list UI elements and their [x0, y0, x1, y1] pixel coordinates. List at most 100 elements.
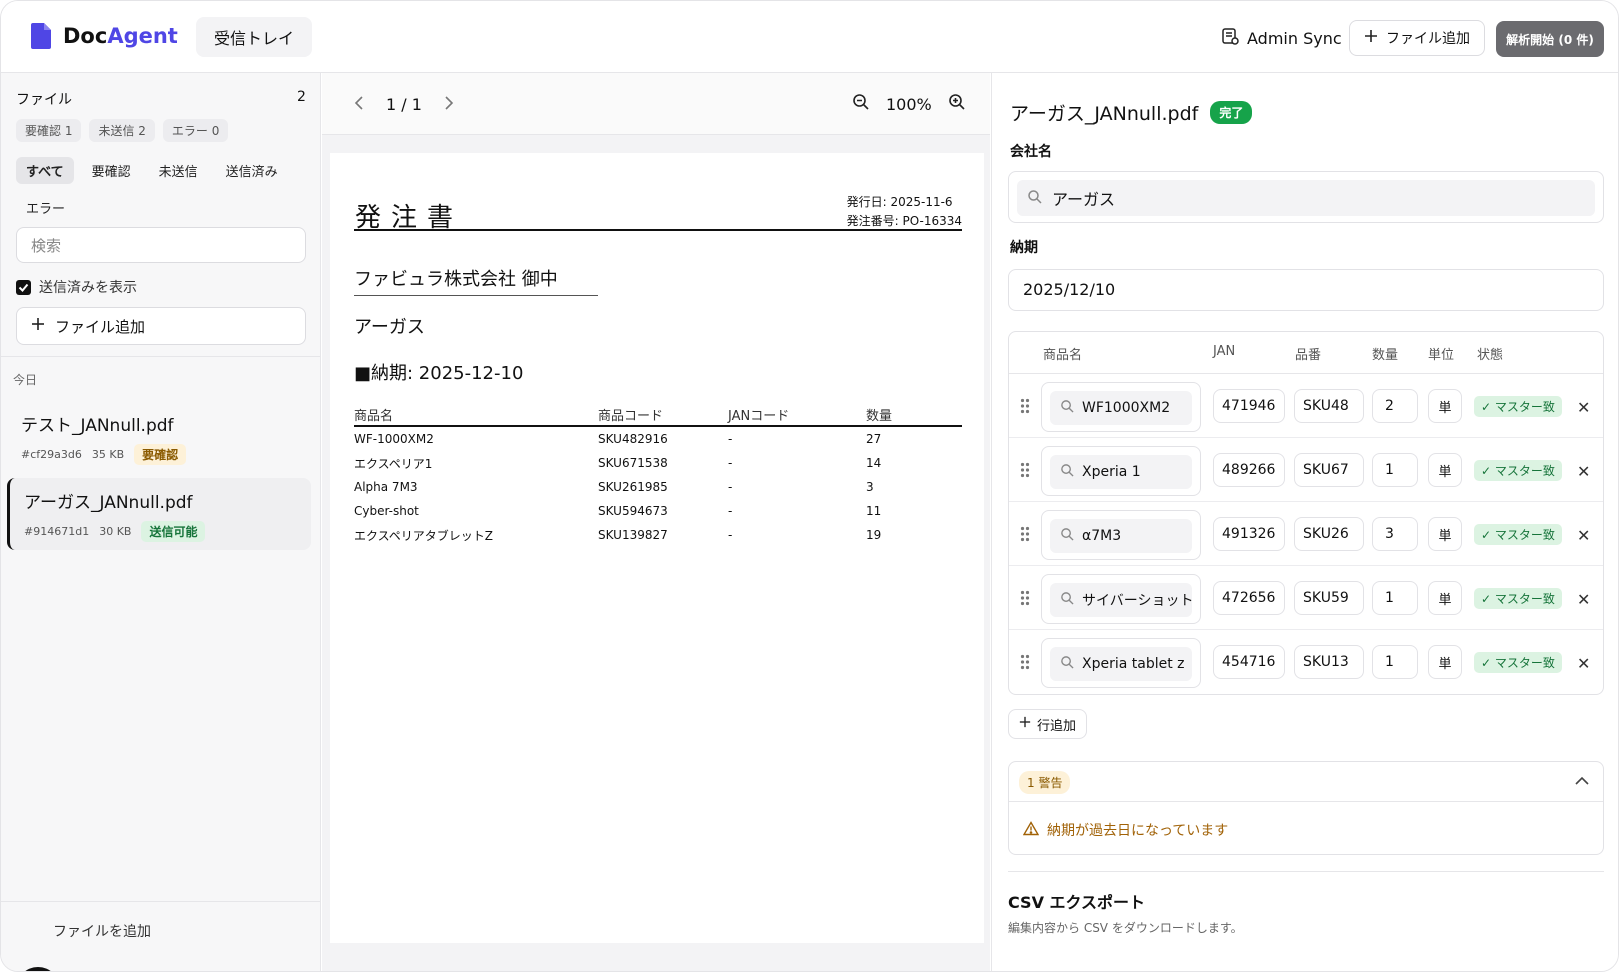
add-row-button[interactable]: 行追加 [1008, 709, 1088, 739]
quantity-input[interactable]: 1 [1372, 645, 1418, 679]
start-analysis-button[interactable]: 解析開始 (0 件) [1496, 21, 1604, 57]
drag-handle-icon[interactable] [1020, 526, 1030, 542]
admin-sync-button[interactable]: Admin Sync [1221, 27, 1342, 49]
product-search-input[interactable]: サイバーショット [1050, 583, 1192, 617]
delete-row-icon[interactable]: ✕ [1577, 526, 1590, 545]
product-search-input[interactable]: Xperia 1 [1050, 455, 1192, 489]
doc-cell: WF-1000XM2 [354, 432, 434, 446]
header-add-file-label: ファイル追加 [1386, 31, 1470, 47]
doc-cell: - [728, 456, 733, 470]
filter-tabs: すべて 要確認 未送信 送信済み エラー [16, 157, 306, 221]
table-row: Cyber-shot SKU594673 - 11 [354, 499, 962, 523]
file-search-input[interactable]: 検索 [16, 227, 306, 263]
due-date-field[interactable]: 2025/12/10 [1008, 269, 1604, 311]
document-table-header: 商品名 商品コード JANコード 数量 [354, 405, 962, 427]
show-sent-label: 送信済みを表示 [39, 280, 137, 296]
table-row: Xperia tablet z 454716 SKU13 1 単 ✓ マスター致… [1009, 630, 1603, 694]
group-label-today: 今日 [13, 373, 38, 387]
filter-unsent[interactable]: 未送信 [149, 157, 208, 184]
quantity-input[interactable]: 3 [1372, 517, 1418, 551]
app-name: DocAgent [63, 24, 178, 48]
footer-add-file-link[interactable]: ファイルを追加 [53, 921, 151, 941]
match-status-badge: ✓ マスター致 [1474, 588, 1562, 609]
sidebar-title: ファイル [16, 92, 72, 108]
delete-row-icon[interactable]: ✕ [1577, 654, 1590, 673]
unit-select[interactable]: 単 [1428, 453, 1462, 487]
document-page: 発注書 発行日: 2025-11-6 発注番号: PO-16334 ファビュラ株… [330, 153, 984, 943]
status-badge: 完了 [1210, 101, 1253, 124]
file-name: テスト_JANnull.pdf [21, 416, 174, 436]
unit-select[interactable]: 単 [1428, 517, 1462, 551]
zoom-out-icon[interactable] [852, 93, 870, 115]
drag-handle-icon[interactable] [1020, 590, 1030, 606]
document-meta: 発行日: 2025-11-6 発注番号: PO-16334 [847, 193, 962, 231]
prev-page-icon[interactable] [354, 95, 364, 114]
user-avatar[interactable]: N [16, 967, 60, 971]
sku-input[interactable]: SKU48 [1294, 389, 1364, 423]
jan-input[interactable]: 454716 [1213, 645, 1285, 679]
delete-row-icon[interactable]: ✕ [1577, 590, 1590, 609]
file-list-item[interactable]: テスト_JANnull.pdf #cf29a3d6 35 KB 要確認 [7, 401, 311, 473]
quantity-input[interactable]: 1 [1372, 453, 1418, 487]
quantity-input[interactable]: 1 [1372, 581, 1418, 615]
inbox-tab[interactable]: 受信トレイ [196, 17, 313, 57]
delete-row-icon[interactable]: ✕ [1577, 398, 1590, 417]
show-sent-checkbox[interactable] [16, 279, 31, 295]
show-sent-toggle[interactable]: 送信済みを表示 [16, 277, 137, 297]
chevron-up-icon[interactable] [1575, 774, 1589, 790]
file-id: #914671d1 [24, 525, 90, 538]
jan-input[interactable]: 491326 [1213, 517, 1285, 551]
jan-input[interactable]: 489266 [1213, 453, 1285, 487]
error-count-chip: エラー 0 [162, 119, 229, 142]
filter-all[interactable]: すべて [16, 157, 74, 184]
table-row: WF1000XM2 471946 SKU48 2 単 ✓ マスター致 ✕ [1009, 374, 1603, 438]
unit-select[interactable]: 単 [1428, 581, 1462, 615]
filter-error[interactable]: エラー [16, 194, 75, 221]
product-name-value: Xperia 1 [1082, 464, 1141, 480]
sku-input[interactable]: SKU26 [1294, 517, 1364, 551]
table-row: WF-1000XM2 SKU482916 - 27 [354, 427, 962, 451]
jan-input[interactable]: 472656 [1213, 581, 1285, 615]
status-badge: 送信可能 [141, 521, 206, 542]
extraction-panel: アーガス_JANnull.pdf 完了 会社名 アーガス 納期 2025/12/… [991, 73, 1618, 971]
company-search-input[interactable]: アーガス [1017, 180, 1595, 216]
match-status-badge: ✓ マスター致 [1474, 396, 1562, 417]
top-header: DocAgent 受信トレイ Admin Sync ファイル追加 解析開始 (0… [1, 1, 1618, 73]
page-indicator: 1 / 1 [386, 95, 422, 114]
col-qty: 数量 [1372, 348, 1399, 363]
company-field: アーガス [1008, 171, 1604, 223]
delete-row-icon[interactable]: ✕ [1577, 462, 1590, 481]
warnings-header[interactable]: 1 警告 [1009, 762, 1603, 802]
doc-cell: Cyber-shot [354, 504, 419, 518]
quantity-input[interactable]: 2 [1372, 389, 1418, 423]
logo[interactable]: DocAgent [31, 23, 178, 49]
drag-handle-icon[interactable] [1020, 398, 1030, 414]
drag-handle-icon[interactable] [1020, 462, 1030, 478]
file-list-item-selected[interactable]: アーガス_JANnull.pdf #914671d1 30 KB 送信可能 [7, 478, 311, 550]
sidebar-add-file-button[interactable]: ファイル追加 [16, 307, 306, 345]
sku-input[interactable]: SKU67 [1294, 453, 1364, 487]
doc-cell: - [728, 432, 733, 446]
zoom-in-icon[interactable] [948, 93, 966, 115]
col-unit: 単位 [1428, 348, 1455, 363]
document-due-date: ■納期: 2025-12-10 [354, 363, 524, 384]
unit-select[interactable]: 単 [1428, 389, 1462, 423]
product-search-input[interactable]: α7M3 [1050, 519, 1192, 553]
filter-needs-review[interactable]: 要確認 [82, 157, 141, 184]
unit-select[interactable]: 単 [1428, 645, 1462, 679]
sku-input[interactable]: SKU59 [1294, 581, 1364, 615]
header-add-file-button[interactable]: ファイル追加 [1349, 20, 1485, 56]
product-name-value: Xperia tablet z [1082, 656, 1185, 672]
product-search-input[interactable]: WF1000XM2 [1050, 391, 1192, 425]
drag-handle-icon[interactable] [1020, 654, 1030, 670]
jan-input[interactable]: 471946 [1213, 389, 1285, 423]
due-label: 納期 [1010, 240, 1038, 256]
sku-input[interactable]: SKU13 [1294, 645, 1364, 679]
filter-sent[interactable]: 送信済み [216, 157, 288, 184]
unsent-count-chip: 未送信 2 [89, 119, 155, 142]
product-name-field: サイバーショット [1041, 574, 1201, 624]
match-status-badge: ✓ マスター致 [1474, 652, 1562, 673]
product-search-input[interactable]: Xperia tablet z [1050, 647, 1192, 681]
next-page-icon[interactable] [444, 95, 454, 114]
doc-cell: SKU261985 [598, 480, 668, 494]
